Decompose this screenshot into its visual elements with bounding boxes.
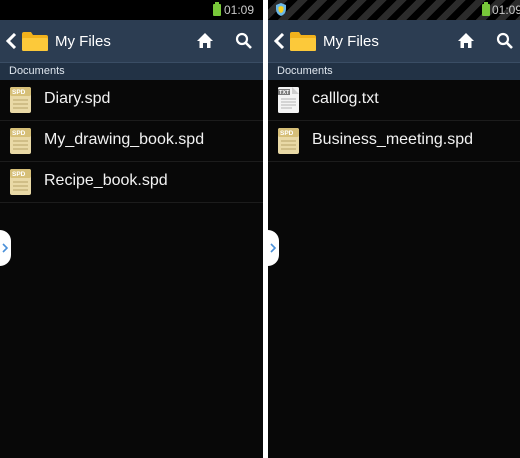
txt-file-icon: TXT bbox=[278, 87, 299, 113]
file-name: calllog.txt bbox=[312, 90, 379, 107]
search-icon[interactable] bbox=[496, 32, 513, 49]
action-bar: My Files bbox=[0, 20, 263, 63]
folder-icon bbox=[290, 32, 316, 51]
spd-file-icon: SPD bbox=[278, 128, 299, 154]
file-icon-label: TXT bbox=[279, 90, 290, 96]
file-icon-label: SPD bbox=[12, 130, 26, 137]
file-icon-label: SPD bbox=[12, 171, 26, 178]
left-panel: 01:09 My Files Documents SPD Diary.spd S… bbox=[0, 0, 263, 458]
file-row[interactable]: SPD Business_meeting.spd bbox=[268, 121, 520, 162]
file-name: Business_meeting.spd bbox=[312, 131, 473, 148]
spd-file-icon: SPD bbox=[10, 87, 31, 113]
side-panel-handle[interactable] bbox=[0, 230, 11, 266]
status-clock: 01:09 bbox=[492, 3, 520, 17]
section-header: Documents bbox=[0, 63, 263, 80]
side-panel-handle[interactable] bbox=[268, 230, 279, 266]
shield-icon bbox=[276, 3, 286, 16]
section-header: Documents bbox=[268, 63, 520, 80]
battery-icon bbox=[482, 2, 490, 16]
search-icon[interactable] bbox=[235, 32, 252, 49]
action-bar-title: My Files bbox=[55, 33, 111, 50]
section-header-label: Documents bbox=[9, 65, 65, 77]
action-bar-title: My Files bbox=[323, 33, 379, 50]
status-bar: 01:09 bbox=[268, 0, 520, 20]
status-bar: 01:09 bbox=[0, 0, 263, 20]
right-panel: 01:09 My Files Documents TXT calllog.txt… bbox=[268, 0, 520, 458]
screen: 01:09 My Files Documents SPD Diary.spd S… bbox=[0, 0, 520, 458]
file-row[interactable]: SPD Recipe_book.spd bbox=[0, 162, 263, 203]
action-bar: My Files bbox=[268, 20, 520, 63]
file-row[interactable]: TXT calllog.txt bbox=[268, 80, 520, 121]
home-icon[interactable] bbox=[457, 32, 475, 49]
chevron-right-icon bbox=[270, 243, 276, 253]
file-row[interactable]: SPD My_drawing_book.spd bbox=[0, 121, 263, 162]
folder-icon bbox=[22, 32, 48, 51]
file-icon-label: SPD bbox=[280, 130, 294, 137]
home-icon[interactable] bbox=[196, 32, 214, 49]
spd-file-icon: SPD bbox=[10, 128, 31, 154]
section-header-label: Documents bbox=[277, 65, 333, 77]
back-chevron-icon[interactable] bbox=[6, 33, 17, 49]
file-name: Diary.spd bbox=[44, 90, 111, 107]
back-chevron-icon[interactable] bbox=[274, 33, 285, 49]
status-clock: 01:09 bbox=[224, 3, 255, 17]
file-name: Recipe_book.spd bbox=[44, 172, 168, 189]
file-name: My_drawing_book.spd bbox=[44, 131, 205, 148]
file-icon-label: SPD bbox=[12, 89, 26, 96]
spd-file-icon: SPD bbox=[10, 169, 31, 195]
battery-icon bbox=[213, 2, 221, 16]
file-row[interactable]: SPD Diary.spd bbox=[0, 80, 263, 121]
chevron-right-icon bbox=[2, 243, 8, 253]
